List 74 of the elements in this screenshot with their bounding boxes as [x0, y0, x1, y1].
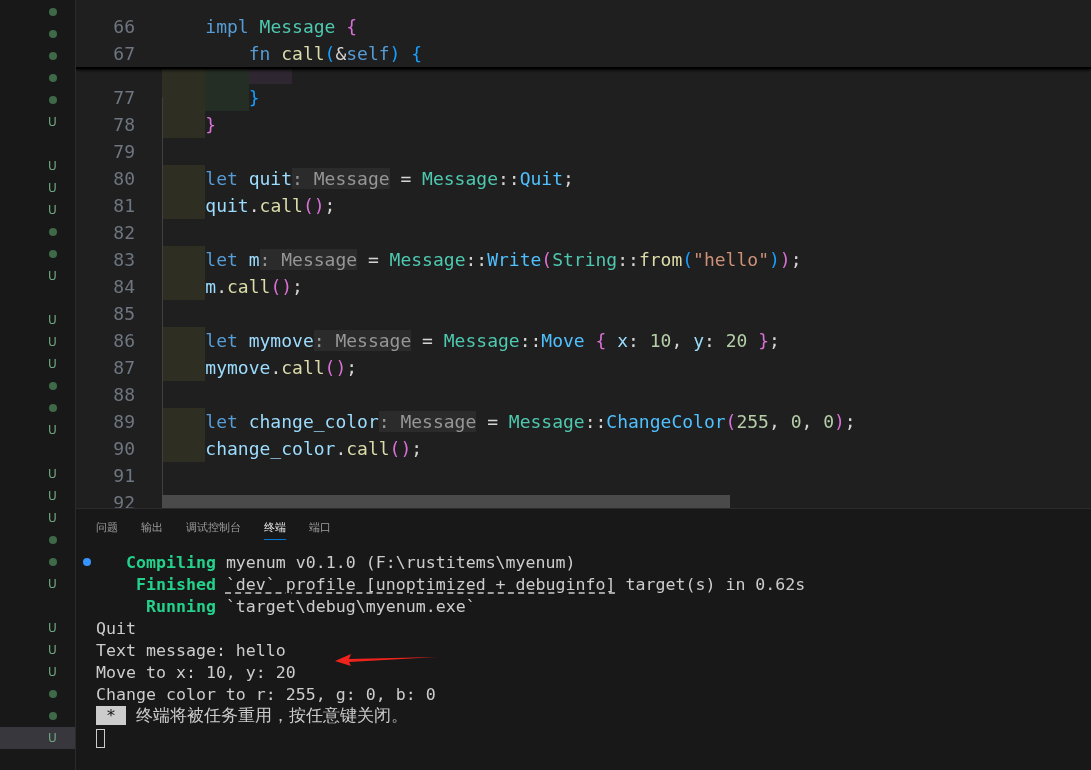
modified-dot-icon — [48, 30, 57, 38]
panel-tab[interactable]: 终端 — [264, 515, 286, 540]
line-number: 80 — [112, 168, 135, 189]
untracked-marker: U — [48, 665, 57, 679]
line-number: 83 — [112, 249, 135, 270]
line-number: 82 — [112, 222, 135, 243]
untracked-marker: U — [48, 467, 57, 481]
code-line: let mymove: Message = Message::Move { x: 10, y: 20 }; — [205, 329, 780, 353]
code-line: let change_color: Message = Message::ChangeColor(255, 0, 0); — [205, 410, 856, 434]
code-line: fn call(&self) { — [247, 42, 423, 66]
untracked-marker: U — [48, 489, 57, 503]
panel-tab[interactable]: 输出 — [141, 515, 163, 540]
code-line: m.call(); — [205, 275, 303, 299]
untracked-marker: U — [48, 203, 57, 217]
line-number: 79 — [112, 141, 135, 162]
line-number: 77 — [112, 87, 135, 108]
code-line: } — [248, 86, 260, 110]
panel-tab[interactable]: 调试控制台 — [186, 515, 241, 540]
line-number: 89 — [112, 411, 135, 432]
modified-dot-icon — [48, 712, 57, 720]
line-number: 81 — [112, 195, 135, 216]
untracked-marker: U — [48, 313, 57, 327]
modified-dot-icon — [48, 8, 57, 16]
untracked-marker: U — [48, 269, 57, 283]
untracked-marker: U — [48, 115, 57, 129]
line-number: 90 — [112, 438, 135, 459]
line-number: 88 — [112, 384, 135, 405]
modified-dot-icon — [48, 74, 57, 82]
code-line: let quit: Message = Message::Quit; — [205, 167, 574, 191]
line-number: 84 — [112, 276, 135, 297]
modified-dot-icon — [48, 228, 57, 236]
terminal-line: Quit — [96, 618, 136, 638]
code-line: } — [205, 113, 217, 137]
untracked-marker: U — [48, 357, 57, 371]
terminal-line: Finished `dev` profile [unoptimized + debuginfo] target(s) in 0.62s — [134, 574, 806, 594]
terminal-line: Compiling myenum v0.1.0 (F:\rustitems\myenum) — [124, 552, 576, 572]
untracked-marker: U — [48, 181, 57, 195]
code-line: quit.call(); — [205, 194, 336, 218]
panel-tab[interactable]: 问题 — [96, 515, 118, 540]
modified-dot-icon — [48, 690, 57, 698]
selected-row[interactable]: U — [0, 727, 75, 749]
code-line: mymove.call(); — [205, 356, 358, 380]
terminal-line: Running `target\debug\myenum.exe` — [144, 596, 476, 616]
modified-dot-icon — [48, 52, 57, 60]
terminal-line: * 终端将被任务重用，按任意键关闭。 — [96, 705, 408, 727]
terminal-line: Change color to r: 255, g: 0, b: 0 — [96, 684, 436, 704]
code-line: impl Message { — [204, 15, 358, 39]
line-number: 78 — [112, 114, 135, 135]
terminal-line: Move to x: 10, y: 20 — [96, 662, 296, 682]
modified-dot-icon — [48, 404, 57, 412]
line-number: 67 — [112, 43, 135, 64]
line-number: 86 — [112, 330, 135, 351]
line-number: 66 — [112, 16, 135, 37]
untracked-marker: U — [48, 731, 57, 745]
untracked-marker: U — [48, 159, 57, 173]
panel-tab[interactable]: 端口 — [309, 515, 331, 540]
modified-dot-icon — [48, 536, 57, 544]
modified-dot-icon — [48, 250, 57, 258]
line-number: 87 — [112, 357, 135, 378]
untracked-marker: U — [48, 423, 57, 437]
untracked-marker: U — [48, 643, 57, 657]
line-number: 91 — [112, 465, 135, 486]
code-line: change_color.call(); — [205, 437, 423, 461]
untracked-marker: U — [48, 335, 57, 349]
untracked-marker: U — [48, 621, 57, 635]
modified-dot-icon — [48, 558, 57, 566]
terminal-line: Text message: hello — [96, 640, 286, 660]
line-number: 85 — [112, 303, 135, 324]
untracked-marker: U — [48, 577, 57, 591]
code-line: let m: Message = Message::Write(String::from("hello")); — [205, 248, 802, 272]
horizontal-scrollbar[interactable] — [162, 495, 730, 508]
modified-dot-icon — [48, 96, 57, 104]
untracked-marker: U — [48, 511, 57, 525]
modified-dot-icon — [48, 382, 57, 390]
